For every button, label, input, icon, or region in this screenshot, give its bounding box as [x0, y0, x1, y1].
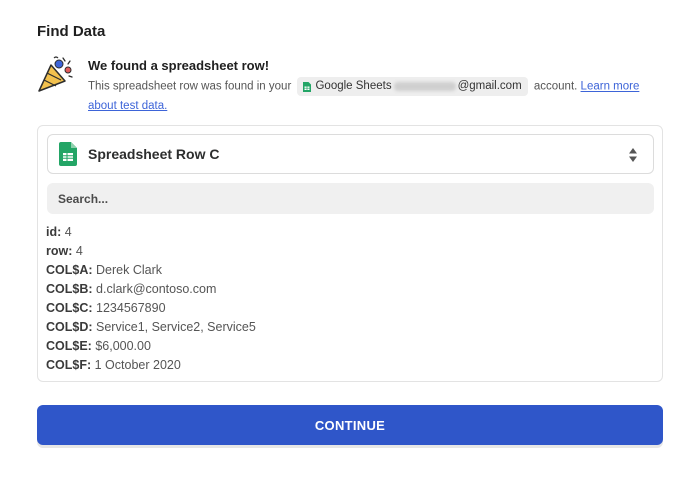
row-select-dropdown[interactable]: Spreadsheet Row C — [47, 134, 654, 174]
field-value: 4 — [75, 244, 83, 258]
field-key: COL$B: — [46, 282, 93, 296]
row-select-label: Spreadsheet Row C — [88, 146, 220, 162]
up-down-arrow-icon — [629, 148, 637, 162]
field-key: COL$D: — [46, 320, 93, 334]
party-popper-icon — [38, 56, 73, 92]
found-description: This spreadsheet row was found in your G… — [88, 77, 657, 116]
account-chip: Google Sheets @gmail.com — [297, 77, 528, 96]
field-value: $6,000.00 — [95, 339, 151, 353]
account-email-suffix: @gmail.com — [457, 80, 522, 92]
field-value: 1 October 2020 — [94, 358, 181, 372]
field-value: 4 — [64, 225, 72, 239]
found-desc-prefix: This spreadsheet row was found in your — [88, 80, 292, 93]
account-app-name: Google Sheets — [315, 80, 392, 92]
field-key: row: — [46, 244, 73, 258]
field-row-col-d: COL$D: Service1, Service2, Service5 — [46, 318, 256, 337]
field-row-col-c: COL$C: 1234567890 — [46, 299, 256, 318]
field-row-row: row: 4 — [46, 242, 256, 261]
field-row-col-a: COL$A: Derek Clark — [46, 261, 256, 280]
field-key: COL$C: — [46, 301, 93, 315]
field-row-col-e: COL$E: $6,000.00 — [46, 337, 256, 356]
found-desc-suffix: account. — [533, 80, 578, 93]
found-title: We found a spreadsheet row! — [88, 58, 270, 73]
field-row-id: id: 4 — [46, 223, 256, 242]
data-card: Spreadsheet Row C id: 4 row: 4 COL$A: De… — [37, 125, 663, 382]
field-value: 1234567890 — [96, 301, 166, 315]
field-list: id: 4 row: 4 COL$A: Derek Clark COL$B: d… — [46, 223, 256, 375]
field-key: COL$E: — [46, 339, 92, 353]
field-row-col-b: COL$B: d.clark@contoso.com — [46, 280, 256, 299]
section-title: Find Data — [37, 23, 106, 40]
google-sheets-icon — [59, 142, 77, 166]
field-key: COL$F: — [46, 358, 92, 372]
found-row-notice: We found a spreadsheet row! This spreads… — [37, 55, 657, 116]
search-input[interactable] — [47, 183, 654, 214]
google-sheets-icon — [303, 81, 312, 92]
field-value: Derek Clark — [96, 263, 163, 277]
redacted-email — [393, 82, 456, 91]
continue-button[interactable]: CONTINUE — [37, 405, 663, 445]
field-key: id: — [46, 225, 62, 239]
field-key: COL$A: — [46, 263, 93, 277]
field-value: d.clark@contoso.com — [96, 282, 217, 296]
field-row-col-f: COL$F: 1 October 2020 — [46, 356, 256, 375]
field-value: Service1, Service2, Service5 — [96, 320, 256, 334]
